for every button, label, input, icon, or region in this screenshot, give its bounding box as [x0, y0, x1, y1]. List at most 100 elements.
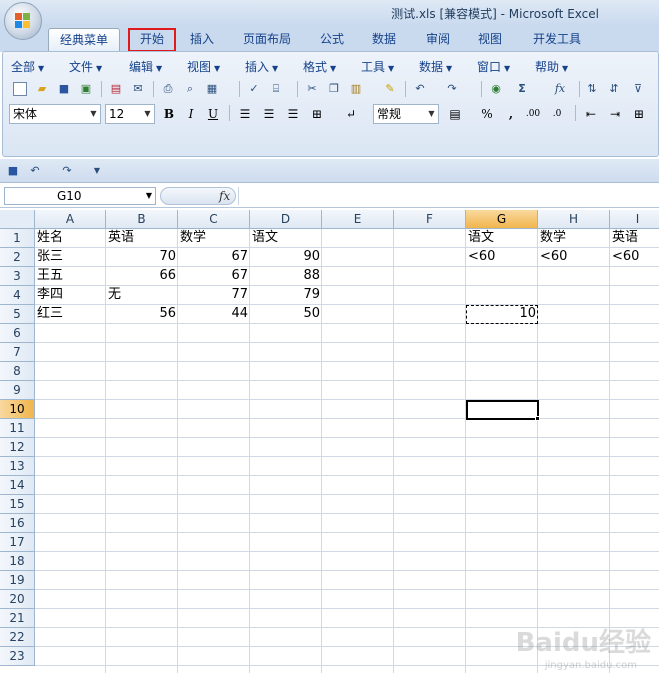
cell-b2[interactable]: 70 — [106, 248, 178, 266]
tab-formulas[interactable]: 公式 — [310, 28, 354, 52]
cell-g1[interactable]: 语文 — [466, 229, 538, 247]
menu-file[interactable]: 文件 ▼ — [69, 58, 102, 75]
percent-button[interactable]: % — [477, 104, 497, 124]
autosum-icon[interactable]: Σ — [513, 80, 531, 98]
decrease-decimal-icon[interactable]: .0 — [547, 104, 567, 124]
cell-d1[interactable]: 语文 — [250, 229, 322, 247]
worksheet-grid[interactable]: A B C D E F G H I 1 2 3 4 5 6 7 8 9 10 11 12 13 14 15 16 17 18 19 20… — [0, 210, 659, 673]
undo-icon[interactable]: ↶ — [26, 162, 44, 180]
permission-icon[interactable]: ▣ — [77, 80, 95, 98]
row-header-14[interactable]: 14 — [0, 476, 35, 495]
row-header-22[interactable]: 22 — [0, 628, 35, 647]
paste-icon[interactable]: ▥ — [347, 80, 365, 98]
align-right-icon[interactable]: ☰ — [283, 104, 303, 124]
tab-page-layout[interactable]: 页面布局 — [232, 28, 302, 52]
row-header-3[interactable]: 3 — [0, 267, 35, 286]
cell-a2[interactable]: 张三 — [35, 248, 106, 266]
row-header-13[interactable]: 13 — [0, 457, 35, 476]
menu-view[interactable]: 视图 ▼ — [187, 58, 220, 75]
font-size-select[interactable]: 12 ▼ — [105, 104, 155, 124]
sort-ascending-icon[interactable]: ⇅ — [583, 80, 601, 98]
cell-a5[interactable]: 红三 — [35, 305, 106, 323]
row-header-6[interactable]: 6 — [0, 324, 35, 343]
row-header-2[interactable]: 2 — [0, 248, 35, 267]
row-header-17[interactable]: 17 — [0, 533, 35, 552]
column-header-c[interactable]: C — [178, 210, 250, 229]
row-header-19[interactable]: 19 — [0, 571, 35, 590]
fill-handle[interactable] — [535, 416, 540, 421]
row-header-20[interactable]: 20 — [0, 590, 35, 609]
column-header-d[interactable]: D — [250, 210, 322, 229]
cell-d5[interactable]: 50 — [250, 305, 322, 323]
row-header-4[interactable]: 4 — [0, 286, 35, 305]
cell-c2[interactable]: 67 — [178, 248, 250, 266]
name-box[interactable]: G10 ▼ — [4, 187, 156, 205]
merge-center-icon[interactable]: ⊞ — [307, 104, 327, 124]
cell-b4[interactable]: 无 — [106, 286, 178, 304]
menu-edit[interactable]: 编辑 ▼ — [129, 58, 162, 75]
tab-developer[interactable]: 开发工具 — [522, 28, 592, 52]
save-icon[interactable]: ■ — [55, 80, 73, 98]
bold-button[interactable]: B — [159, 104, 179, 124]
row-header-5[interactable]: 5 — [0, 305, 35, 324]
format-painter-icon[interactable]: ✎ — [381, 80, 399, 98]
row-header-7[interactable]: 7 — [0, 343, 35, 362]
print-area-icon[interactable]: ▦ — [203, 80, 221, 98]
row-header-18[interactable]: 18 — [0, 552, 35, 571]
column-header-h[interactable]: H — [538, 210, 610, 229]
row-header-11[interactable]: 11 — [0, 419, 35, 438]
menu-window[interactable]: 窗口 ▼ — [477, 58, 510, 75]
borders-icon[interactable]: ⊞ — [629, 104, 649, 124]
increase-decimal-icon[interactable]: .00 — [523, 104, 543, 124]
cell-b1[interactable]: 英语 — [106, 229, 178, 247]
number-format-select[interactable]: 常规 ▼ — [373, 104, 439, 124]
row-header-12[interactable]: 12 — [0, 438, 35, 457]
cell-g2[interactable]: <60 — [466, 248, 538, 266]
redo-icon[interactable]: ↷ — [58, 162, 76, 180]
cell-c3[interactable]: 67 — [178, 267, 250, 285]
column-header-f[interactable]: F — [394, 210, 466, 229]
cell-h1[interactable]: 数学 — [538, 229, 610, 247]
cell-a4[interactable]: 李四 — [35, 286, 106, 304]
column-header-a[interactable]: A — [35, 210, 106, 229]
print-icon[interactable]: ⎙ — [159, 80, 177, 98]
save-icon[interactable]: ■ — [4, 162, 22, 180]
decrease-indent-icon[interactable]: ⇤ — [581, 104, 601, 124]
customize-toolbar-icon[interactable]: ▼ — [88, 162, 106, 180]
sort-descending-icon[interactable]: ⇵ — [605, 80, 623, 98]
menu-help[interactable]: 帮助 ▼ — [535, 58, 568, 75]
font-name-select[interactable]: 宋体 ▼ — [9, 104, 101, 124]
column-header-g[interactable]: G — [466, 210, 538, 229]
insert-function-button[interactable]: fx — [219, 188, 230, 204]
cell-c5[interactable]: 44 — [178, 305, 250, 323]
active-cell-selection[interactable] — [466, 400, 539, 420]
new-file-icon[interactable] — [11, 80, 29, 98]
cell-d3[interactable]: 88 — [250, 267, 322, 285]
open-folder-icon[interactable]: ▰ — [33, 80, 51, 98]
tab-classic-menu[interactable]: 经典菜单 — [48, 28, 120, 52]
row-header-16[interactable]: 16 — [0, 514, 35, 533]
copy-icon[interactable]: ❐ — [325, 80, 343, 98]
tab-data[interactable]: 数据 — [362, 28, 406, 52]
redo-icon[interactable]: ↷ — [443, 80, 461, 98]
cell-c4[interactable]: 77 — [178, 286, 250, 304]
underline-button[interactable]: U — [203, 104, 223, 124]
tab-review[interactable]: 审阅 — [416, 28, 460, 52]
tab-insert[interactable]: 插入 — [180, 28, 224, 52]
row-header-9[interactable]: 9 — [0, 381, 35, 400]
filter-icon[interactable]: ⊽ — [629, 80, 647, 98]
currency-icon[interactable]: ▤ — [445, 104, 465, 124]
pdf-icon[interactable]: ▤ — [107, 80, 125, 98]
hyperlink-icon[interactable]: ◉ — [487, 80, 505, 98]
wrap-text-icon[interactable]: ↵ — [341, 104, 361, 124]
cell-a1[interactable]: 姓名 — [35, 229, 106, 247]
office-button[interactable] — [4, 2, 42, 40]
cut-icon[interactable]: ✂ — [303, 80, 321, 98]
cell-d4[interactable]: 79 — [250, 286, 322, 304]
formula-input[interactable] — [238, 187, 657, 205]
italic-button[interactable]: I — [181, 104, 201, 124]
menu-all[interactable]: 全部 ▼ — [11, 58, 44, 75]
insert-function-icon[interactable]: fx — [551, 80, 569, 98]
row-header-1[interactable]: 1 — [0, 229, 35, 248]
research-icon[interactable]: ⌸ — [267, 80, 285, 98]
